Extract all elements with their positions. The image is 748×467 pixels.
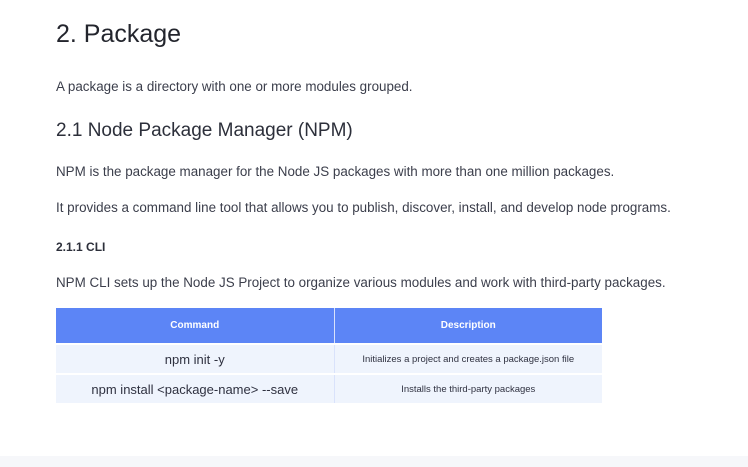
table-cell-description: Installs the third-party packages — [334, 373, 602, 403]
table-cell-command: npm init -y — [56, 343, 335, 374]
subsubsection-paragraph: NPM CLI sets up the Node JS Project to o… — [56, 275, 666, 290]
subsubsection-heading: 2.1.1 CLI — [56, 240, 106, 254]
table-row: npm install <package-name> --save Instal… — [56, 373, 602, 403]
table-cell-command: npm install <package-name> --save — [56, 373, 335, 403]
table-header-row: Command Description — [56, 308, 602, 344]
commands-table: Command Description npm init -y Initiali… — [56, 308, 602, 403]
subsection-paragraph-1: NPM is the package manager for the Node … — [56, 164, 615, 179]
subsection-paragraph-2: It provides a command line tool that all… — [56, 200, 671, 215]
footer-divider — [0, 456, 748, 467]
table-header-description: Description — [334, 308, 602, 344]
table-cell-description: Initializes a project and creates a pack… — [334, 343, 602, 374]
subsection-heading: 2.1 Node Package Manager (NPM) — [56, 120, 353, 141]
table-row: npm init -y Initializes a project and cr… — [56, 343, 602, 374]
section-intro: A package is a directory with one or mor… — [56, 79, 413, 94]
table-header-command: Command — [56, 308, 335, 344]
section-heading: 2. Package — [56, 20, 182, 48]
